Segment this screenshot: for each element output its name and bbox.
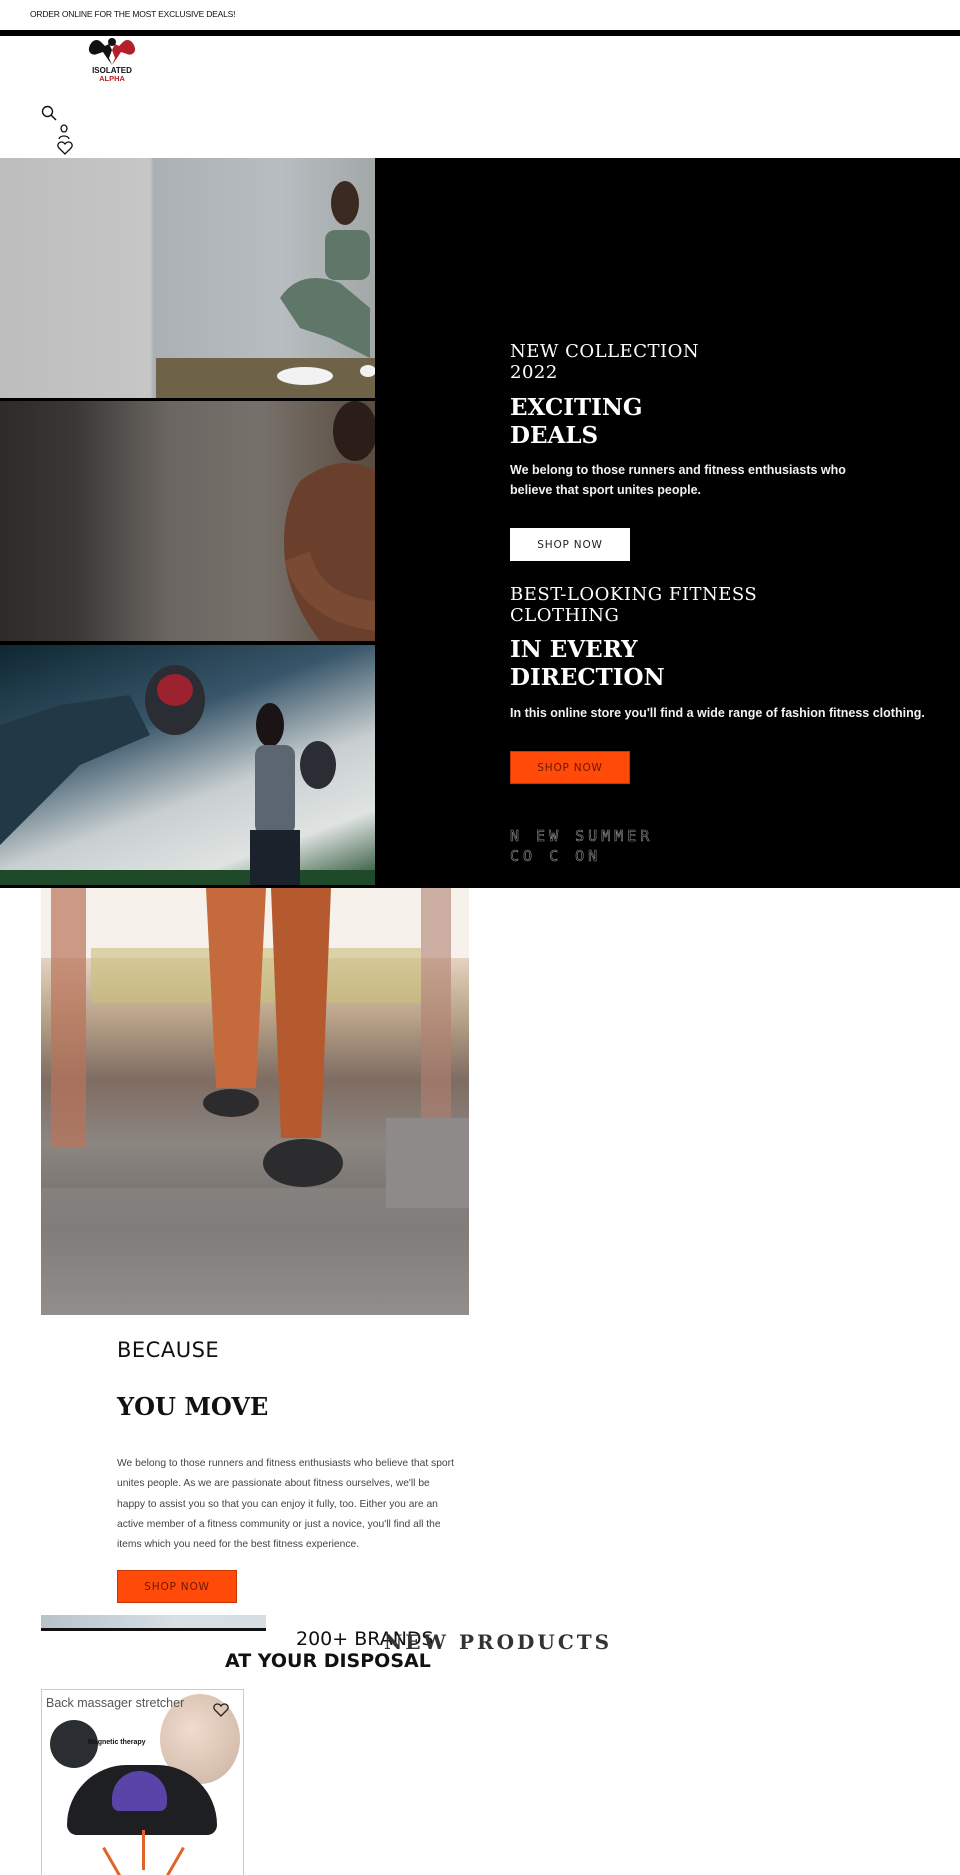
new-products-heading: NEW PRODUCTS	[384, 1630, 613, 1654]
treadmill-running-image	[41, 888, 469, 1315]
wishlist-heart-icon[interactable]	[57, 141, 73, 155]
product-image-title: Back massager stretcher	[46, 1696, 185, 1710]
story-shop-now-button[interactable]: SHOP NOW	[117, 1570, 237, 1603]
section-body: We belong to those runners and fitness e…	[117, 1458, 454, 1551]
hero-slide-3-animating-kicker: N EW SUMMER CO C ON	[510, 826, 653, 866]
section-eyebrow: BECAUSE	[117, 1338, 220, 1362]
section-title: YOU MOVE	[117, 1392, 269, 1421]
hero-banner: NEW COLLECTION 2022 EXCITING DEALS We be…	[0, 158, 960, 888]
brands-image-strip	[41, 1615, 266, 1631]
hero-headline-line: DIRECTION	[510, 664, 665, 691]
bodybuilder-photo	[284, 401, 375, 641]
hero-subtext: We belong to those runners and fitness e…	[510, 460, 930, 500]
hero-image-boxing	[0, 645, 375, 885]
hero-kicker-line: BEST-LOOKING FITNESS	[510, 584, 758, 605]
treadmill-photo	[41, 888, 469, 1315]
hero-headline: EXCITING DEALS	[510, 394, 643, 450]
hero-headline: IN EVERY DIRECTION	[510, 636, 665, 692]
flexing-arms-logo-icon	[88, 38, 136, 65]
hero-kicker-line: 2022	[510, 362, 558, 383]
hero-shop-now-button-1[interactable]: SHOP NOW	[510, 528, 630, 561]
hero-kicker-line: CO C ON	[510, 847, 602, 866]
announcement-bar: ORDER ONLINE FOR THE MOST EXCLUSIVE DEAL…	[0, 0, 960, 30]
logo[interactable]: ISOLATED ALPHA	[82, 36, 142, 83]
hero-subtext: In this online store you'll find a wide …	[510, 706, 925, 720]
hero-image-woman-squatting	[0, 158, 375, 398]
hero-headline-line: IN EVERY	[510, 636, 638, 663]
hero-subtext-line: believe that sport unites people.	[510, 483, 702, 497]
hero-image-bodybuilder	[0, 401, 375, 641]
hero-kicker-line: CLOTHING	[510, 605, 620, 626]
site-header: ISOLATED ALPHA	[0, 36, 960, 158]
product-image-caption: Magnetic therapy	[88, 1739, 146, 1746]
hero-headline-line: DEALS	[510, 422, 599, 449]
hero-kicker-line: N EW SUMMER	[510, 827, 654, 846]
hero-subtext-line: We belong to those runners and fitness e…	[510, 463, 846, 477]
hero-shop-now-button-2[interactable]: SHOP NOW	[510, 751, 630, 784]
arrow-graphic	[102, 1846, 125, 1875]
logo-text-alpha: ALPHA	[99, 74, 125, 83]
arrow-graphic	[142, 1830, 145, 1870]
search-icon[interactable]	[41, 105, 57, 121]
woman-squatting-photo	[156, 181, 375, 398]
boxing-training-photo	[0, 665, 375, 885]
account-icon[interactable]	[58, 124, 70, 140]
hero-kicker-line: NEW COLLECTION	[510, 341, 700, 362]
hero-kicker: BEST-LOOKING FITNESS CLOTHING	[510, 584, 757, 626]
arrow-graphic	[162, 1846, 185, 1875]
product-card[interactable]: Back massager stretcher Magnetic therapy	[41, 1689, 244, 1875]
hero-headline-line: EXCITING	[510, 394, 643, 421]
hero-kicker: NEW COLLECTION 2022	[510, 341, 699, 383]
announcement-text: ORDER ONLINE FOR THE MOST EXCLUSIVE DEAL…	[30, 9, 236, 19]
wishlist-heart-icon[interactable]	[213, 1703, 229, 1717]
